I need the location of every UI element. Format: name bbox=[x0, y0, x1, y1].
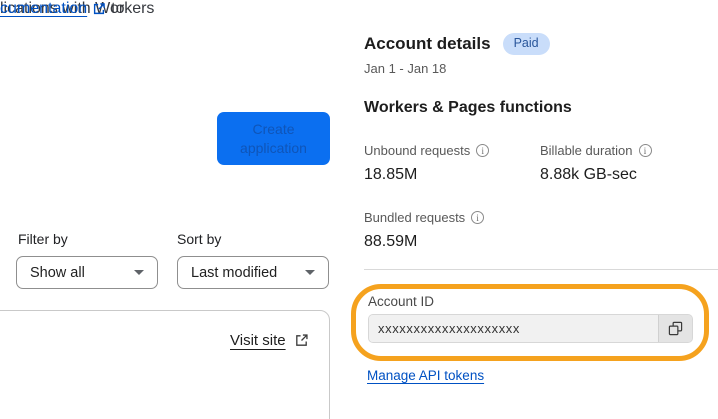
external-link-icon bbox=[92, 2, 106, 16]
filter-by-label: Filter by bbox=[18, 231, 68, 247]
unbound-requests-value: 18.85M bbox=[364, 166, 418, 183]
sort-by-label: Sort by bbox=[177, 231, 222, 247]
filter-dropdown[interactable]: Show all bbox=[16, 256, 158, 289]
documentation-link[interactable]: cumentation bbox=[0, 0, 87, 18]
visit-site-link[interactable]: Visit site bbox=[230, 332, 309, 349]
stat-label-text: Bundled requests bbox=[364, 210, 466, 225]
info-icon[interactable]: i bbox=[638, 144, 652, 157]
chevron-down-icon bbox=[134, 270, 144, 275]
copy-icon bbox=[668, 321, 683, 336]
manage-api-tokens-link[interactable]: Manage API tokens bbox=[367, 368, 484, 383]
workers-pages-functions-title: Workers & Pages functions bbox=[364, 99, 572, 116]
account-details-title: Account details bbox=[364, 34, 491, 53]
create-application-button[interactable]: Create application bbox=[217, 112, 330, 165]
account-id-input[interactable] bbox=[369, 315, 658, 342]
filter-selected-value: Show all bbox=[30, 264, 85, 281]
section-divider bbox=[364, 269, 718, 270]
copy-account-id-button[interactable] bbox=[658, 315, 692, 342]
sort-selected-value: Last modified bbox=[191, 264, 278, 281]
info-icon[interactable]: i bbox=[471, 211, 485, 224]
billable-duration-label: Billable duration i bbox=[540, 143, 652, 158]
intro-text-suffix: to bbox=[111, 0, 125, 17]
date-range: Jan 1 - Jan 18 bbox=[364, 61, 447, 76]
paid-plan-badge: Paid bbox=[502, 33, 550, 55]
visit-site-label: Visit site bbox=[230, 332, 286, 349]
account-id-label: Account ID bbox=[368, 294, 435, 309]
stat-label-text: Billable duration bbox=[540, 143, 633, 158]
info-icon[interactable]: i bbox=[476, 144, 490, 157]
intro-text-line2: cumentation to bbox=[0, 0, 125, 18]
bundled-requests-value: 88.59M bbox=[364, 233, 418, 250]
workers-pages-dashboard: lications with Workers cumentation to Cr… bbox=[0, 0, 718, 419]
external-link-icon bbox=[294, 333, 309, 348]
billable-duration-value: 8.88k GB-sec bbox=[540, 166, 637, 183]
sort-dropdown[interactable]: Last modified bbox=[177, 256, 329, 289]
project-card bbox=[0, 310, 330, 419]
account-details-header: Account details Paid bbox=[364, 33, 550, 55]
account-id-field-group bbox=[368, 314, 693, 343]
chevron-down-icon bbox=[305, 270, 315, 275]
bundled-requests-label: Bundled requests i bbox=[364, 210, 485, 225]
unbound-requests-label: Unbound requests i bbox=[364, 143, 490, 158]
stat-label-text: Unbound requests bbox=[364, 143, 471, 158]
